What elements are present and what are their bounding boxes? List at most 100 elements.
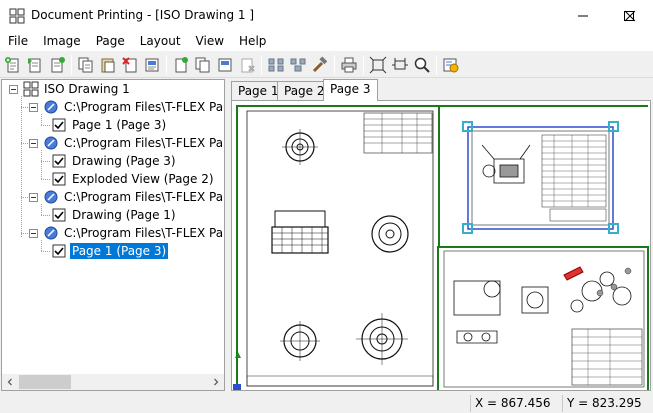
zoom-icon — [414, 57, 430, 73]
menu-file[interactable]: File — [0, 31, 35, 51]
page-properties-button[interactable] — [142, 55, 162, 75]
tree-document-label: C:\Program Files\T-FLEX Parametric — [64, 136, 224, 150]
new-page-icon — [5, 57, 19, 73]
scroll-right-button[interactable] — [208, 374, 224, 390]
document-properties-icon — [218, 58, 232, 72]
tflex-document-icon — [44, 226, 58, 240]
copy-document-icon — [195, 57, 210, 73]
root-expander[interactable] — [9, 85, 18, 94]
remove-document-icon — [241, 58, 255, 73]
new-document-icon — [175, 57, 188, 73]
tree-page-label: Page 1 (Page 3) — [72, 118, 167, 132]
scroll-thumb[interactable] — [19, 375, 71, 389]
title-bar: Document Printing - [ISO Drawing 1 ] — [0, 0, 653, 31]
insert-page-icon — [28, 58, 41, 73]
remove-document-button[interactable] — [237, 55, 257, 75]
close-button[interactable] — [607, 0, 653, 31]
tree-root-label: ISO Drawing 1 — [44, 82, 130, 96]
copy-page-button[interactable] — [76, 55, 96, 75]
document-expander[interactable] — [29, 229, 38, 238]
checkbox-checked-icon[interactable] — [51, 117, 67, 133]
settings-button[interactable] — [441, 55, 461, 75]
menu-view[interactable]: View — [188, 31, 231, 51]
toolbar-separator — [436, 55, 437, 75]
add-page-button[interactable] — [47, 55, 67, 75]
tree-page[interactable]: Drawing (Page 1) — [51, 206, 178, 224]
chevron-right-icon — [214, 378, 219, 386]
document-expander[interactable] — [29, 193, 38, 202]
tree-document[interactable]: C:\Program Files\T-FLEX Parametric — [43, 188, 224, 206]
copy-document-button[interactable] — [193, 55, 213, 75]
print-button[interactable] — [339, 55, 359, 75]
fit-width-icon — [392, 58, 408, 70]
zoom-button[interactable] — [412, 55, 432, 75]
menu-layout[interactable]: Layout — [132, 31, 188, 51]
toolbar-separator — [166, 55, 167, 75]
fit-page-icon — [369, 56, 387, 74]
layout-preview — [233, 105, 649, 390]
drawing-set-icon — [23, 81, 39, 97]
checkbox-checked-icon[interactable] — [51, 243, 67, 259]
chevron-left-icon — [7, 378, 12, 386]
delete-page-icon — [122, 57, 137, 73]
selected-page-frame — [467, 126, 614, 230]
tree-root[interactable]: ISO Drawing 1 — [23, 80, 132, 98]
status-y-coordinate: Y = 823.295 — [562, 395, 652, 412]
add-page-icon — [51, 57, 65, 73]
menu-bar: File Image Page Layout View Help — [0, 31, 653, 51]
minimize-icon — [578, 15, 588, 16]
toolbar-separator — [334, 55, 335, 75]
tree-page-label: Page 1 (Page 3) — [68, 242, 170, 260]
menu-image[interactable]: Image — [35, 31, 88, 51]
close-icon — [624, 10, 636, 21]
app-icon — [9, 8, 25, 24]
menu-page[interactable]: Page — [88, 31, 132, 51]
tab-page-3[interactable]: Page 3 — [323, 79, 378, 101]
tree-document-label: C:\Program Files\T-FLEX Parametric — [64, 226, 224, 240]
minimize-button[interactable] — [560, 0, 606, 31]
tree-document[interactable]: C:\Program Files\T-FLEX Parametric — [43, 134, 224, 152]
print-icon — [341, 57, 357, 73]
menu-help[interactable]: Help — [231, 31, 273, 51]
align-icon — [268, 58, 284, 72]
checkbox-checked-icon[interactable] — [51, 153, 67, 169]
distribute-icon — [290, 58, 306, 72]
tree-document[interactable]: C:\Program Files\T-FLEX Parametric — [43, 224, 224, 242]
tree-page[interactable]: Page 1 (Page 3) — [51, 116, 168, 134]
new-page-button[interactable] — [3, 55, 23, 75]
new-document-button[interactable] — [171, 55, 191, 75]
tools-icon — [312, 56, 328, 73]
document-properties-button[interactable] — [215, 55, 235, 75]
status-bar: X = 867.456 Y = 823.295 — [0, 393, 653, 413]
fit-width-button[interactable] — [390, 55, 410, 75]
document-tree[interactable]: ISO Drawing 1 C:\Program Files\T-FLEX Pa… — [1, 79, 225, 391]
document-expander[interactable] — [29, 103, 38, 112]
tflex-document-icon — [44, 100, 58, 114]
tree-page[interactable]: Drawing (Page 3) — [51, 152, 178, 170]
page-properties-icon — [145, 58, 159, 72]
checkbox-checked-icon[interactable] — [51, 207, 67, 223]
tree-page[interactable]: Exploded View (Page 2) — [51, 170, 216, 188]
tree-document-label: C:\Program Files\T-FLEX Parametric — [64, 100, 224, 114]
tree-document-label: C:\Program Files\T-FLEX Parametric — [64, 190, 224, 204]
tree-horizontal-scrollbar[interactable] — [2, 374, 224, 390]
tools-button[interactable] — [310, 55, 330, 75]
scroll-left-button[interactable] — [2, 374, 18, 390]
document-expander[interactable] — [29, 139, 38, 148]
tree-document[interactable]: C:\Program Files\T-FLEX Parametric — [43, 98, 224, 116]
tree-page-label: Exploded View (Page 2) — [72, 172, 214, 186]
checkbox-checked-icon[interactable] — [51, 171, 67, 187]
toolbar-separator — [71, 55, 72, 75]
tflex-document-icon — [44, 136, 58, 150]
fit-page-button[interactable] — [368, 55, 388, 75]
paste-page-button[interactable] — [98, 55, 118, 75]
align-button[interactable] — [266, 55, 286, 75]
window-title: Document Printing - [ISO Drawing 1 ] — [31, 8, 255, 22]
copy-page-icon — [78, 57, 93, 73]
tree-page-selected[interactable]: Page 1 (Page 3) — [51, 242, 170, 260]
print-layout-canvas[interactable] — [231, 100, 651, 391]
tree-page-label: Drawing (Page 3) — [72, 154, 176, 168]
insert-page-button[interactable] — [25, 55, 45, 75]
delete-page-button[interactable] — [120, 55, 140, 75]
distribute-button[interactable] — [288, 55, 308, 75]
